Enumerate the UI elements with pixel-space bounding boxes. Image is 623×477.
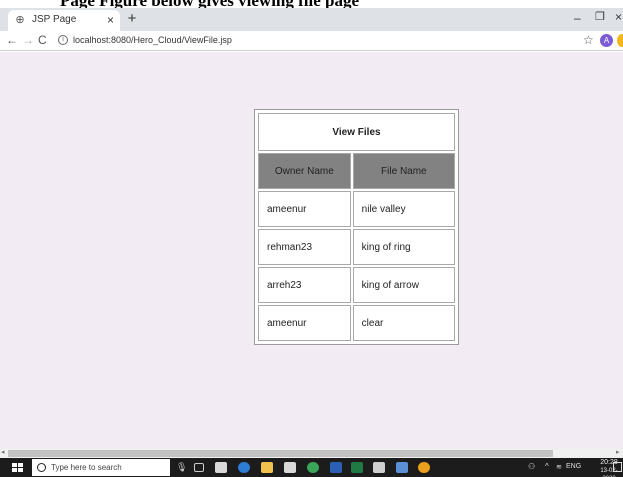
new-tab-button[interactable]: + [124, 10, 140, 27]
store-icon[interactable] [215, 462, 227, 473]
security-icon[interactable] [396, 462, 408, 473]
reload-icon[interactable]: C [38, 33, 47, 47]
table-row: ameenur clear [258, 305, 455, 341]
taskbar: Type here to search 🎙 ⚇ ^ ≋ ENG 20:28 13… [0, 458, 623, 477]
photos-icon[interactable] [373, 462, 385, 473]
forward-arrow-icon[interactable]: → [22, 33, 34, 47]
owner-name-header: Owner Name [258, 153, 351, 189]
table-row: arreh23 king of arrow [258, 267, 455, 303]
task-view-icon[interactable] [194, 463, 204, 472]
windows-start-icon[interactable] [12, 463, 23, 473]
file-name-cell: king of ring [352, 229, 455, 265]
info-icon[interactable]: i [58, 35, 68, 45]
mail-icon[interactable] [284, 462, 296, 473]
caption-strip: Page Figure below gives viewing file pag… [0, 0, 623, 10]
maximize-button[interactable]: ❐ [595, 10, 605, 23]
file-name-cell: nile valley [352, 191, 455, 227]
table-row: rehman23 king of ring [258, 229, 455, 265]
owner-name-cell: ameenur [258, 305, 351, 341]
scroll-left-icon[interactable]: ◂ [1, 448, 5, 456]
horizontal-scrollbar[interactable]: ◂ ▸ [0, 449, 623, 458]
owner-name-cell: ameenur [258, 191, 351, 227]
table-header-row: Owner Name File Name [258, 153, 455, 189]
page-viewport: View Files Owner Name File Name ameenur … [0, 52, 623, 449]
extension-icon[interactable] [617, 34, 623, 47]
tray-expand-icon[interactable]: ^ [545, 462, 549, 471]
app-icon[interactable] [307, 462, 319, 473]
file-name-header: File Name [352, 153, 455, 189]
file-name-cell: clear [352, 305, 455, 341]
scroll-right-icon[interactable]: ▸ [616, 448, 620, 456]
globe-icon: ⊕ [15, 14, 25, 26]
tab-title: JSP Page [32, 14, 77, 25]
owner-name-cell: arreh23 [258, 267, 351, 303]
file-name-cell: king of arrow [352, 267, 455, 303]
word-icon[interactable] [330, 462, 342, 473]
people-icon[interactable]: ⚇ [528, 462, 535, 471]
address-toolbar: ← → C i localhost:8080/Hero_Cloud/ViewFi… [0, 31, 623, 51]
search-placeholder: Type here to search [51, 463, 122, 472]
table-row: ameenur nile valley [258, 191, 455, 227]
back-arrow-icon[interactable]: ← [6, 33, 18, 47]
notification-icon[interactable] [613, 462, 622, 472]
table-title: View Files [258, 113, 455, 151]
address-bar[interactable]: localhost:8080/Hero_Cloud/ViewFile.jsp [73, 35, 232, 45]
tab-close-button[interactable]: × [107, 13, 114, 27]
scrollbar-thumb[interactable] [8, 450, 553, 457]
file-explorer-icon[interactable] [261, 462, 273, 473]
taskbar-search-box[interactable]: Type here to search [32, 459, 170, 476]
edge-icon[interactable] [238, 462, 250, 473]
language-indicator[interactable]: ENG [566, 463, 581, 470]
microphone-icon[interactable]: 🎙 [176, 462, 187, 473]
network-icon[interactable]: ≋ [556, 463, 562, 471]
owner-name-cell: rehman23 [258, 229, 351, 265]
browser-tab[interactable]: ⊕ JSP Page × [8, 10, 120, 31]
excel-icon[interactable] [351, 462, 363, 473]
browser-tab-bar: ⊕ JSP Page × + – ❐ × [0, 8, 623, 31]
view-files-table: View Files Owner Name File Name ameenur … [254, 109, 459, 345]
window-close-button[interactable]: × [615, 10, 622, 24]
chrome-icon[interactable] [418, 462, 430, 473]
profile-avatar[interactable]: A [600, 34, 613, 47]
minimize-button[interactable]: – [574, 11, 581, 25]
star-icon[interactable]: ☆ [583, 33, 594, 47]
search-icon [37, 463, 46, 472]
